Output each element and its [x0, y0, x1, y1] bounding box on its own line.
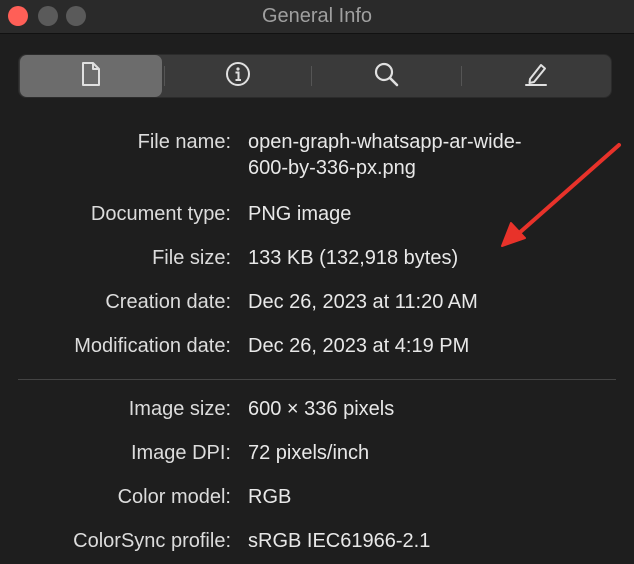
annotation-arrow-icon [501, 143, 621, 247]
